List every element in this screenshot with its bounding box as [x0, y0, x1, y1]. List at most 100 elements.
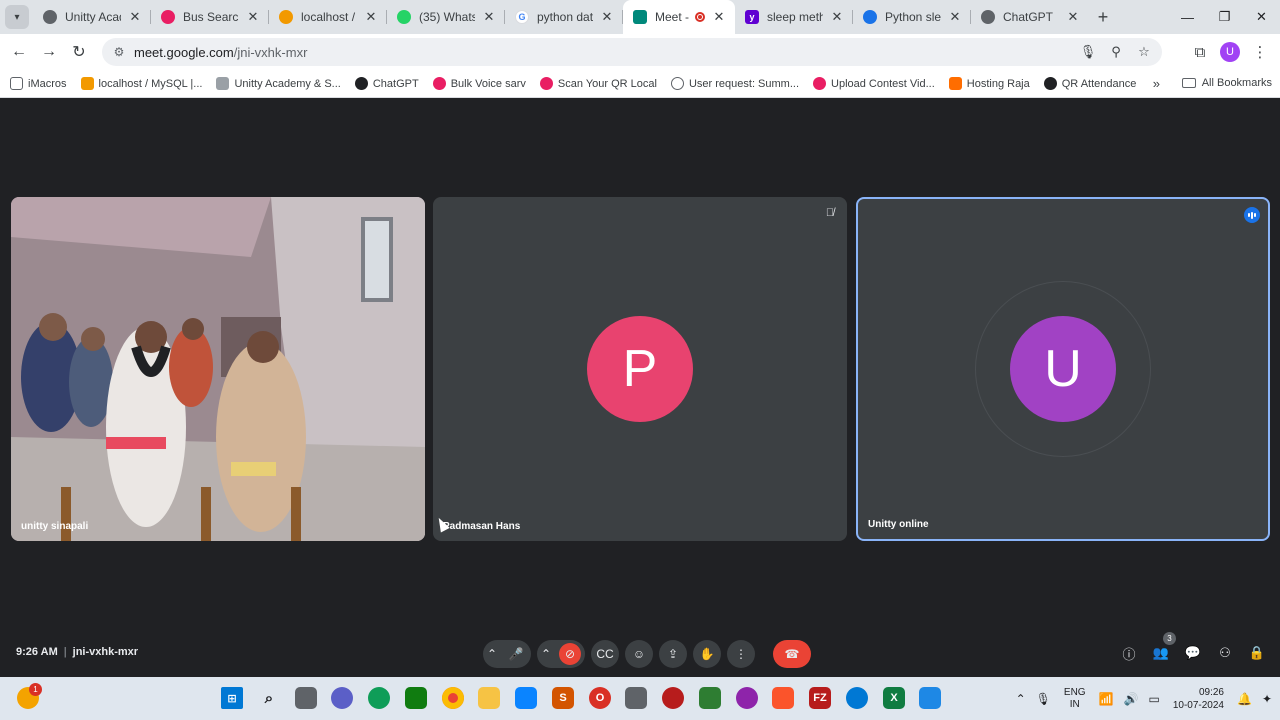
zoom-icon[interactable]: ⚲: [1106, 42, 1126, 62]
tab-search-button[interactable]: ▾: [5, 5, 29, 29]
bookmark-unitty-academy[interactable]: Unitty Academy & S...: [216, 77, 341, 90]
forward-icon[interactable]: →: [34, 37, 64, 67]
close-icon[interactable]: ✕: [711, 9, 727, 25]
chrome-icon[interactable]: [442, 687, 464, 709]
brave-icon[interactable]: [772, 687, 794, 709]
sticky-notes-icon[interactable]: [515, 687, 537, 709]
sublime-text-icon[interactable]: S: [552, 687, 574, 709]
close-icon[interactable]: ✕: [599, 9, 615, 25]
profile-avatar[interactable]: U: [1220, 42, 1240, 62]
close-icon[interactable]: ✕: [363, 9, 379, 25]
close-icon[interactable]: ✕: [127, 9, 143, 25]
tab-localhost-mysql[interactable]: localhost / MySQL ✕: [269, 0, 387, 34]
excel-icon[interactable]: X: [883, 687, 905, 709]
back-icon[interactable]: ←: [4, 37, 34, 67]
activities-icon[interactable]: ⚇: [1214, 642, 1236, 664]
copilot-icon[interactable]: ✦: [1262, 692, 1272, 706]
bookmark-upload-contest[interactable]: Upload Contest Vid...: [813, 77, 935, 90]
tab-bus-search[interactable]: Bus Search ✕: [151, 0, 269, 34]
bookmark-bulk-voice[interactable]: Bulk Voice sarv: [432, 77, 526, 90]
participant-tile-unitty-online[interactable]: U Unitty online: [856, 197, 1270, 541]
bookmark-localhost[interactable]: localhost / MySQL |...: [80, 77, 202, 90]
notifications-icon[interactable]: 🔔: [1237, 692, 1252, 706]
store-icon[interactable]: [405, 687, 427, 709]
tab-whatsapp[interactable]: (35) WhatsApp ✕: [387, 0, 505, 34]
screen-recorder-icon[interactable]: [662, 687, 684, 709]
info-icon[interactable]: ⓘ: [1118, 642, 1140, 664]
microphone-icon[interactable]: 🎙: [1036, 692, 1051, 706]
filezilla-icon[interactable]: FZ: [809, 687, 831, 709]
restore-icon[interactable]: ❐: [1206, 0, 1243, 34]
tab-meet[interactable]: Meet - jni ✕: [623, 0, 735, 34]
volume-icon[interactable]: 🔊: [1124, 692, 1139, 706]
opera-icon[interactable]: O: [589, 687, 611, 709]
search-icon[interactable]: ⌕: [258, 687, 280, 709]
captions-icon[interactable]: CC: [591, 640, 619, 668]
participant-tile-video[interactable]: unitty sinapali: [11, 197, 425, 541]
site-settings-icon[interactable]: ⚙: [110, 43, 128, 61]
tab-title: localhost / MySQL: [301, 10, 357, 24]
windows-start-icon[interactable]: ⊞: [221, 687, 243, 709]
reload-icon[interactable]: ↻: [64, 37, 94, 67]
bookmark-qr-attendance[interactable]: QR Attendance: [1043, 77, 1136, 90]
bookmark-chatgpt[interactable]: ChatGPT: [354, 77, 419, 90]
bookmark-hosting-raja[interactable]: Hosting Raja: [948, 77, 1030, 90]
microphone-control[interactable]: ⌃ 🎤: [483, 640, 531, 668]
tab-chatgpt[interactable]: ChatGPT ✕: [971, 0, 1089, 34]
battery-icon[interactable]: ▭: [1148, 692, 1159, 706]
tab-python-date[interactable]: G python date ✕: [505, 0, 623, 34]
people-icon[interactable]: 👥 3: [1150, 632, 1176, 664]
tab-unitty-academy[interactable]: Unitty Academy ✕: [33, 0, 151, 34]
close-icon[interactable]: ✕: [481, 9, 497, 25]
star-icon[interactable]: ☆: [1134, 42, 1154, 62]
close-icon[interactable]: ✕: [245, 9, 261, 25]
teams-chat-icon[interactable]: [331, 687, 353, 709]
notepad-icon[interactable]: [699, 687, 721, 709]
chat-icon[interactable]: 💬: [1182, 642, 1204, 664]
microphone-icon[interactable]: 🎤: [505, 643, 527, 665]
camera-app-icon[interactable]: [846, 687, 868, 709]
extensions-icon[interactable]: ⧉: [1186, 38, 1214, 66]
system-clock[interactable]: 09:26 10-07-2024: [1173, 686, 1224, 712]
wifi-icon[interactable]: 📶: [1099, 692, 1114, 706]
camera-control[interactable]: ⌃ ⊘: [537, 640, 585, 668]
chevron-up-icon[interactable]: ⌃: [1016, 692, 1026, 706]
close-window-icon[interactable]: ✕: [1243, 0, 1280, 34]
address-bar[interactable]: ⚙ meet.google.com/jni-vxhk-mxr 🎙 ⚲ ☆: [102, 38, 1162, 66]
new-tab-button[interactable]: +: [1089, 7, 1117, 28]
bookmark-user-request[interactable]: User request: Summ...: [670, 77, 799, 90]
host-controls-icon[interactable]: 🔒: [1246, 642, 1268, 664]
camera-off-icon[interactable]: ⊘: [559, 643, 581, 665]
site-favicon-icon: [539, 77, 553, 90]
emoji-icon[interactable]: ☺: [625, 640, 653, 668]
site-favicon-icon: [948, 77, 962, 90]
close-icon[interactable]: ✕: [829, 9, 845, 25]
bookmark-scan-qr[interactable]: Scan Your QR Local: [539, 77, 657, 90]
tab-sleep-method[interactable]: y sleep method ✕: [735, 0, 853, 34]
close-icon[interactable]: ✕: [947, 9, 963, 25]
language-indicator[interactable]: ENG IN: [1064, 687, 1086, 711]
microphone-icon[interactable]: 🎙: [1078, 42, 1098, 62]
messenger-icon[interactable]: [736, 687, 758, 709]
notification-badge: 1: [29, 683, 42, 696]
present-screen-icon[interactable]: ⇪: [659, 640, 687, 668]
edge-icon[interactable]: [368, 687, 390, 709]
more-options-icon[interactable]: ⋮: [727, 640, 755, 668]
close-icon[interactable]: ✕: [1065, 9, 1081, 25]
participant-tile-padmasan[interactable]: 🎙̸ P Padmasan Hans: [433, 197, 847, 541]
minimize-icon[interactable]: —: [1169, 0, 1206, 34]
more-bookmarks-icon[interactable]: »: [1153, 76, 1160, 91]
menu-kebab-icon[interactable]: ⋮: [1246, 38, 1274, 66]
chevron-up-icon[interactable]: ⌃: [487, 647, 497, 661]
snipping-tool-icon[interactable]: [625, 687, 647, 709]
raise-hand-icon[interactable]: ✋: [693, 640, 721, 668]
document-icon[interactable]: [919, 687, 941, 709]
all-bookmarks-button[interactable]: All Bookmarks: [1181, 77, 1272, 89]
chevron-up-icon[interactable]: ⌃: [541, 647, 551, 661]
leave-call-button[interactable]: ☎: [773, 640, 811, 668]
tab-python-sleep[interactable]: Python sleep ✕: [853, 0, 971, 34]
bookmark-imacros[interactable]: iMacros: [10, 77, 67, 90]
file-explorer-icon[interactable]: [478, 687, 500, 709]
task-view-icon[interactable]: [295, 687, 317, 709]
url-text[interactable]: meet.google.com/jni-vxhk-mxr: [134, 45, 307, 60]
